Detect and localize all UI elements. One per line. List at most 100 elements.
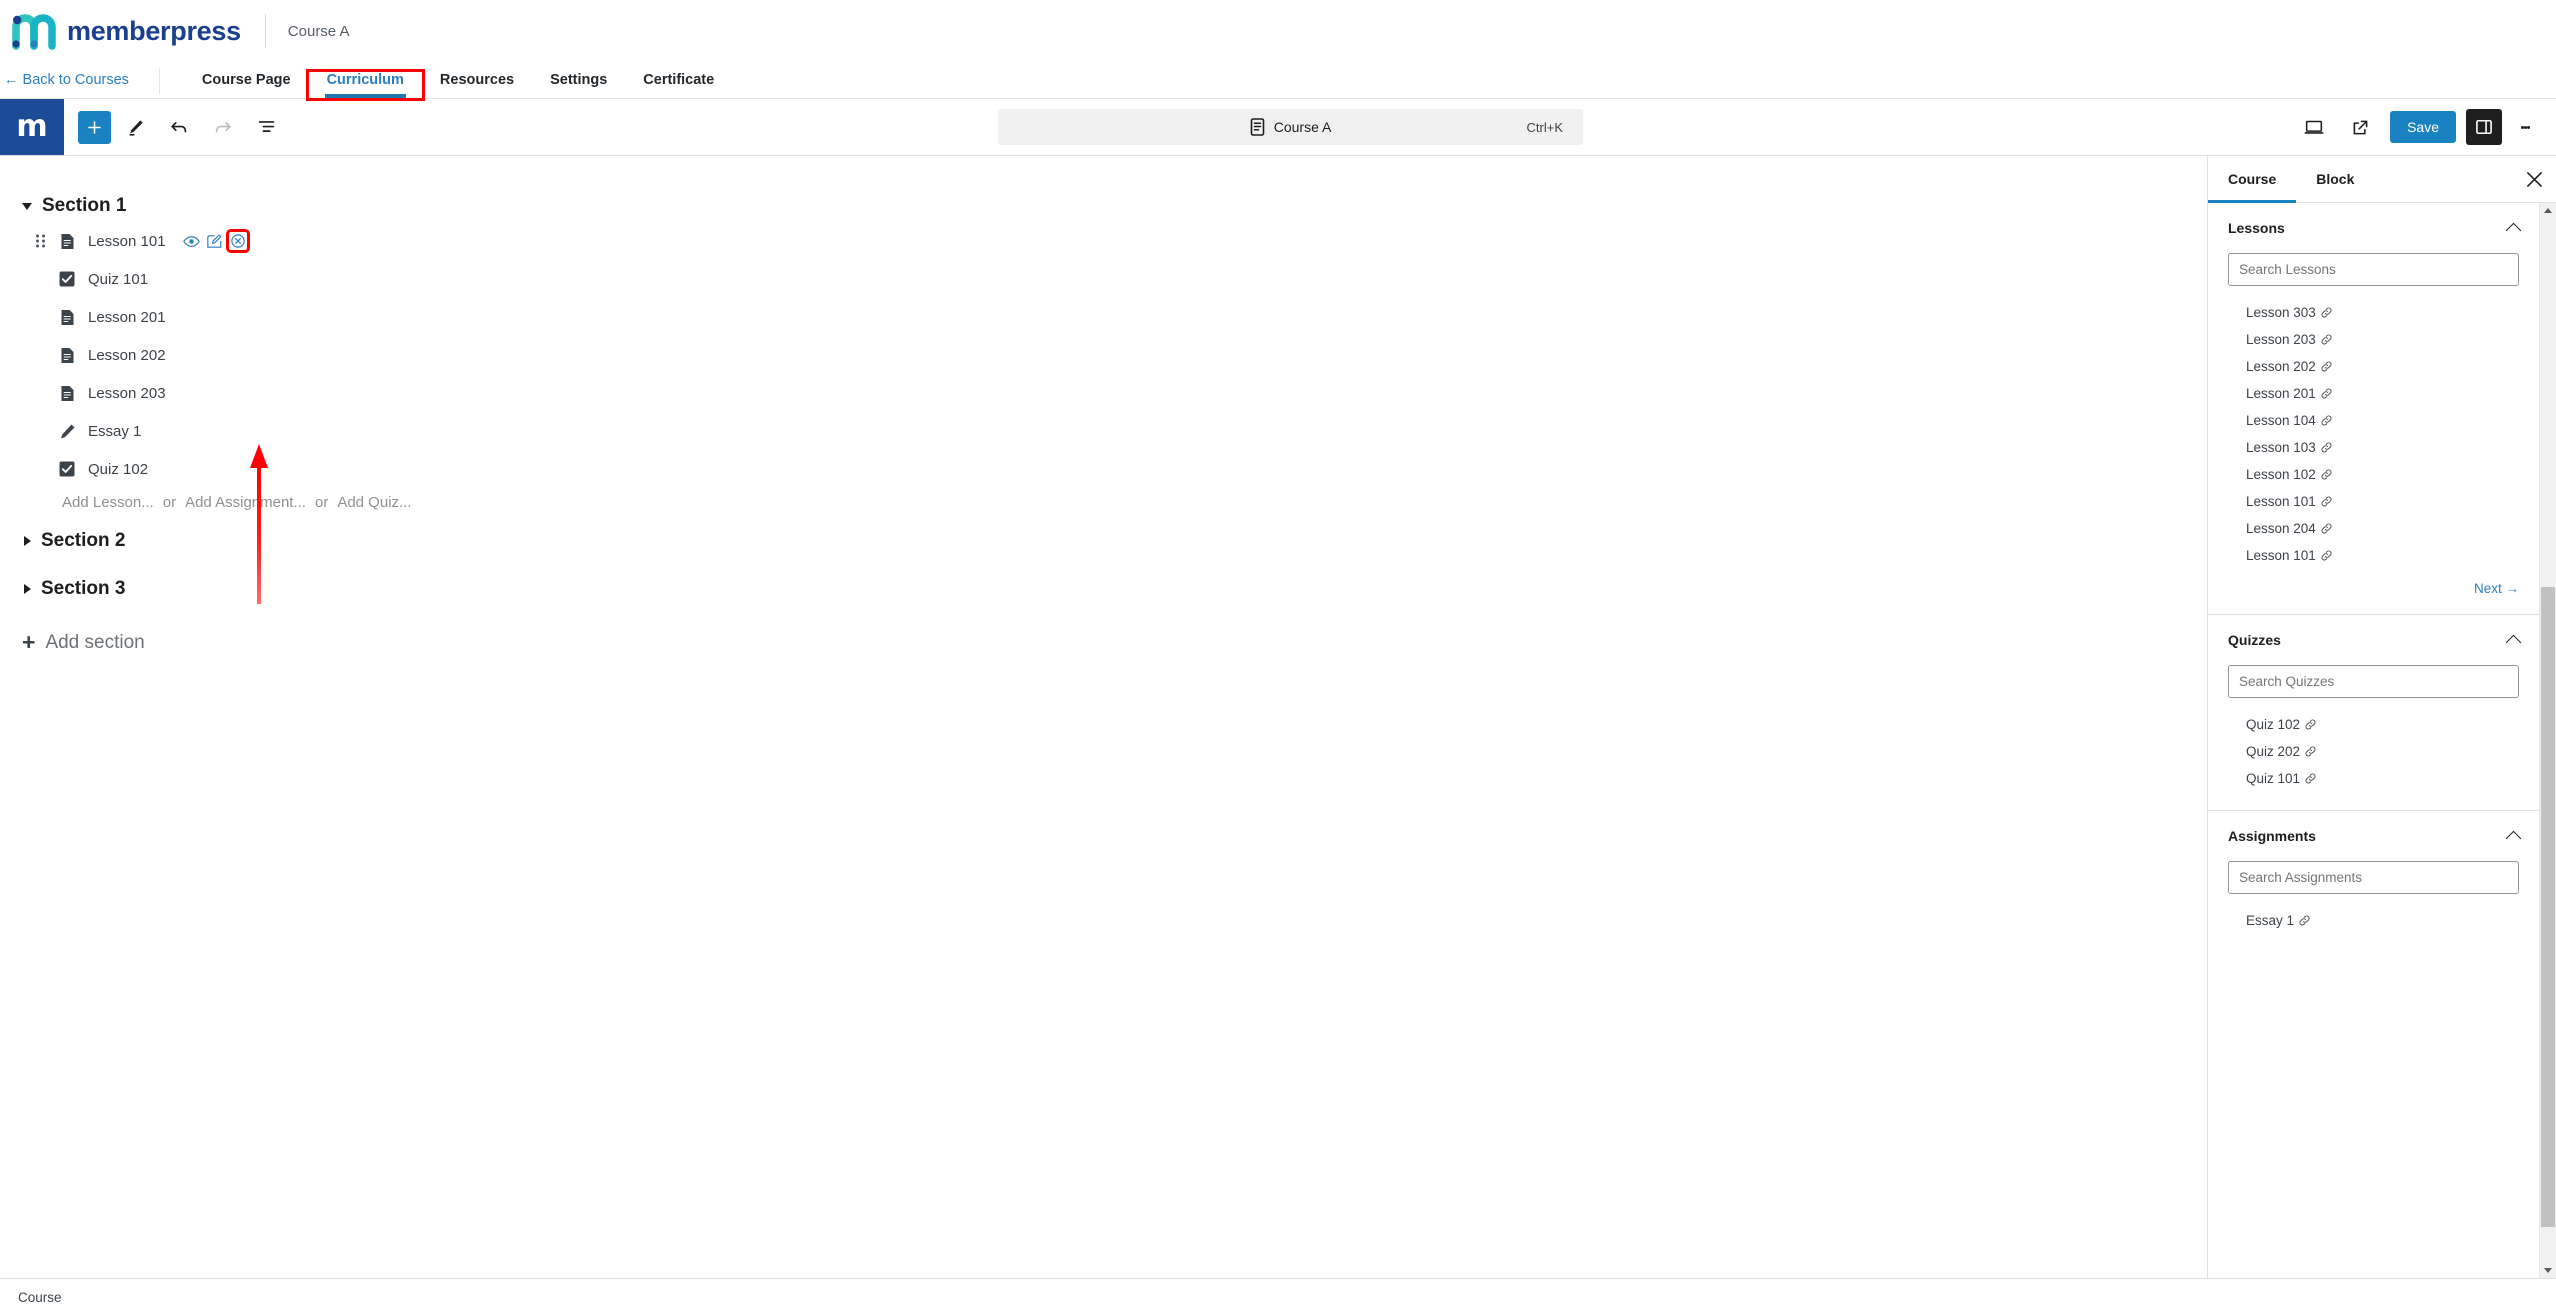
curriculum-item-lesson-201[interactable]: Lesson 201 xyxy=(0,298,2207,336)
edit-icon[interactable] xyxy=(206,233,222,249)
save-button[interactable]: Save xyxy=(2390,111,2456,143)
settings-sidebar-toggle-button[interactable] xyxy=(2466,109,2502,145)
chevron-up-icon[interactable] xyxy=(2505,830,2522,846)
link-icon xyxy=(2299,915,2310,926)
divider xyxy=(158,68,160,94)
list-item[interactable]: Lesson 203 xyxy=(2228,326,2519,353)
panel-group-header-lessons[interactable]: Lessons xyxy=(2228,203,2522,253)
tab-block[interactable]: Block xyxy=(2296,156,2374,202)
add-section-button[interactable]: + Add section xyxy=(0,631,2207,654)
search-lessons-input[interactable] xyxy=(2228,253,2519,286)
undo-arrow-icon xyxy=(171,122,187,133)
add-block-button[interactable] xyxy=(78,110,111,144)
link-icon xyxy=(2321,307,2332,318)
add-lesson-link[interactable]: Add Lesson... xyxy=(62,494,154,511)
tab-course-page[interactable]: Course Page xyxy=(184,72,309,98)
undo-button[interactable] xyxy=(159,107,199,147)
curriculum-item-lesson-203[interactable]: Lesson 203 xyxy=(0,374,2207,412)
list-view-button[interactable] xyxy=(247,107,287,147)
lessons-next-link[interactable]: Next → xyxy=(2228,581,2519,596)
tab-resources[interactable]: Resources xyxy=(422,72,532,98)
memberpress-logo[interactable]: memberpress xyxy=(12,12,241,50)
drag-handle-icon[interactable] xyxy=(36,234,45,248)
tab-curriculum[interactable]: Curriculum xyxy=(305,69,425,101)
quizzes-list: Quiz 102 Quiz 202 Quiz 101 xyxy=(2228,711,2519,792)
remove-icon[interactable] xyxy=(225,229,250,253)
scroll-up-arrow-icon[interactable] xyxy=(2544,208,2552,213)
tools-button[interactable] xyxy=(115,107,155,147)
list-item-label: Lesson 204 xyxy=(2246,521,2316,536)
brand-bar: memberpress Course A xyxy=(0,0,2556,62)
list-item[interactable]: Lesson 101 xyxy=(2228,542,2519,569)
redo-button[interactable] xyxy=(203,107,243,147)
link-icon xyxy=(2321,361,2332,372)
sidebar-tabs: Course Block xyxy=(2208,156,2556,203)
curriculum-item-essay-1[interactable]: Essay 1 xyxy=(0,412,2207,450)
section-header-3[interactable]: Section 3 xyxy=(0,573,2207,605)
add-quiz-link[interactable]: Add Quiz... xyxy=(337,494,411,511)
section-header-1[interactable]: Section 1 xyxy=(0,190,2207,222)
curriculum-item-quiz-101[interactable]: Quiz 101 xyxy=(0,260,2207,298)
search-assignments-input[interactable] xyxy=(2228,861,2519,894)
curriculum-item-lesson-101[interactable]: Lesson 101 xyxy=(0,222,2207,260)
course-tabs: Course Page Curriculum Resources Setting… xyxy=(184,69,732,101)
view-site-button[interactable] xyxy=(2340,107,2380,147)
chevron-right-icon xyxy=(24,536,31,546)
list-item[interactable]: Quiz 202 xyxy=(2228,738,2519,765)
list-item-label: Quiz 202 xyxy=(2246,744,2301,759)
panel-group-header-quizzes[interactable]: Quizzes xyxy=(2228,615,2522,665)
more-options-button[interactable] xyxy=(2508,109,2542,145)
back-to-courses-link[interactable]: ← Back to Courses xyxy=(0,72,145,98)
list-item-label: Lesson 102 xyxy=(2246,467,2316,482)
section-header-2[interactable]: Section 2 xyxy=(0,525,2207,557)
memberpress-logo-icon xyxy=(12,14,56,50)
preview-device-button[interactable] xyxy=(2294,107,2334,147)
list-item[interactable]: Lesson 101 xyxy=(2228,488,2519,515)
item-label: Lesson 203 xyxy=(88,384,166,402)
plus-icon xyxy=(88,120,101,134)
list-item[interactable]: Lesson 201 xyxy=(2228,380,2519,407)
panel-group-title: Lessons xyxy=(2228,220,2285,236)
scrollbar-thumb[interactable] xyxy=(2541,587,2555,1227)
link-icon xyxy=(2321,415,2332,426)
list-item[interactable]: Lesson 103 xyxy=(2228,434,2519,461)
preview-icon[interactable] xyxy=(182,235,200,248)
list-item[interactable]: Lesson 104 xyxy=(2228,407,2519,434)
list-item-label: Lesson 203 xyxy=(2246,332,2316,347)
list-item[interactable]: Essay 1 xyxy=(2228,907,2519,934)
chevron-right-icon xyxy=(24,584,31,594)
chevron-up-icon[interactable] xyxy=(2505,634,2522,650)
close-sidebar-button[interactable] xyxy=(2512,156,2556,202)
curriculum-item-lesson-202[interactable]: Lesson 202 xyxy=(0,336,2207,374)
document-search-bar[interactable]: Course A Ctrl+K xyxy=(998,109,1584,145)
list-item-label: Essay 1 xyxy=(2246,913,2295,928)
course-nav-bar: ← Back to Courses Course Page Curriculum… xyxy=(0,62,2556,101)
search-quizzes-input[interactable] xyxy=(2228,665,2519,698)
panel-group-header-assignments[interactable]: Assignments xyxy=(2228,811,2522,861)
list-item[interactable]: Lesson 202 xyxy=(2228,353,2519,380)
list-item[interactable]: Lesson 102 xyxy=(2228,461,2519,488)
checkbox-checked-icon xyxy=(54,271,80,287)
main-area: Section 1 Lesson 101 Quiz 101 Lesson 201… xyxy=(0,156,2556,1278)
editor-toolbar-right: Save xyxy=(2294,99,2556,155)
list-item[interactable]: Quiz 101 xyxy=(2228,765,2519,792)
curriculum-item-quiz-102[interactable]: Quiz 102 xyxy=(0,450,2207,488)
scroll-down-arrow-icon[interactable] xyxy=(2544,1268,2552,1273)
tab-settings[interactable]: Settings xyxy=(532,72,625,98)
status-bar-label: Course xyxy=(18,1289,62,1305)
tab-course[interactable]: Course xyxy=(2208,156,2297,203)
sidebar-scrollbar[interactable] xyxy=(2539,203,2556,1278)
chevron-up-icon[interactable] xyxy=(2505,222,2522,238)
editor-logo-button[interactable]: m xyxy=(0,99,64,155)
sidebar-body: Lessons Lesson 303 Lesson 203 Lesson 202… xyxy=(2208,203,2556,1278)
list-item[interactable]: Quiz 102 xyxy=(2228,711,2519,738)
add-assignment-link[interactable]: Add Assignment... xyxy=(185,494,306,511)
panel-group-lessons: Lessons Lesson 303 Lesson 203 Lesson 202… xyxy=(2208,203,2539,615)
document-icon xyxy=(1250,118,1265,136)
item-actions xyxy=(182,229,250,253)
list-item[interactable]: Lesson 204 xyxy=(2228,515,2519,542)
course-name-label: Course A xyxy=(287,22,350,40)
panel-group-quizzes: Quizzes Quiz 102 Quiz 202 Quiz 101 xyxy=(2208,615,2539,811)
tab-certificate[interactable]: Certificate xyxy=(625,72,732,98)
list-item[interactable]: Lesson 303 xyxy=(2228,299,2519,326)
